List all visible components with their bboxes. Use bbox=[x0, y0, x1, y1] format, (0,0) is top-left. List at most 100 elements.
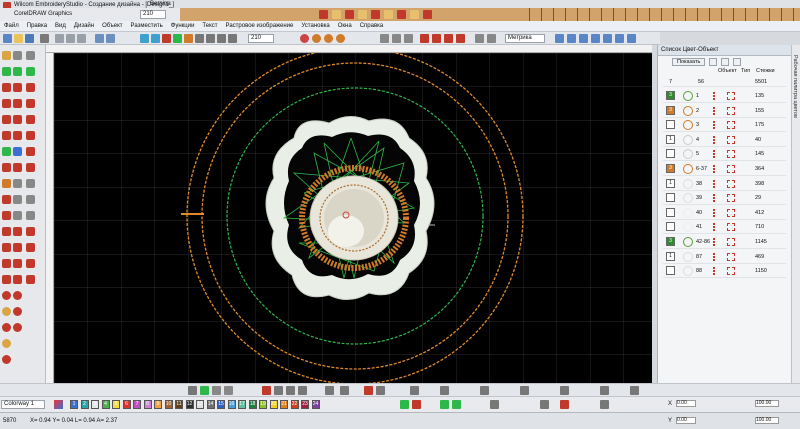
stitch-type-strip[interactable] bbox=[518, 8, 798, 21]
monogram-icon[interactable] bbox=[13, 131, 22, 140]
object-row[interactable]: 1 38 398 bbox=[663, 177, 786, 191]
bottom-tool-f-icon[interactable] bbox=[340, 386, 349, 395]
color-swatch[interactable]: 3 bbox=[91, 400, 99, 409]
color-swatch[interactable]: 7 bbox=[133, 400, 141, 409]
color-swatch[interactable]: 11 bbox=[175, 400, 183, 409]
column-icon[interactable] bbox=[383, 10, 393, 19]
menu-design[interactable]: Дизайн bbox=[70, 23, 98, 29]
menu-setup[interactable]: Установка bbox=[297, 23, 333, 29]
show-design-icon[interactable] bbox=[184, 34, 193, 43]
color-badge[interactable]: 1 bbox=[666, 251, 675, 261]
object-row[interactable]: 3 175 bbox=[663, 118, 786, 133]
color-swatch[interactable]: 12 bbox=[185, 400, 194, 409]
color-swatch[interactable]: 23 bbox=[301, 400, 309, 409]
tool-n-icon[interactable] bbox=[603, 34, 612, 43]
offset-icon[interactable] bbox=[13, 115, 22, 124]
color-swatch[interactable]: 8 bbox=[143, 400, 152, 409]
bottom-tool-k-icon[interactable] bbox=[480, 386, 489, 395]
arc-icon[interactable] bbox=[13, 211, 22, 220]
bottom-tool-a-icon[interactable] bbox=[262, 386, 271, 395]
color-swatch[interactable]: 14 bbox=[206, 400, 215, 409]
x-field[interactable]: 0.00 bbox=[676, 400, 696, 407]
zoom-out-icon[interactable] bbox=[151, 34, 160, 43]
outline-shape-icon[interactable] bbox=[200, 386, 209, 395]
group-icon[interactable] bbox=[721, 57, 730, 66]
tool-a-icon[interactable] bbox=[380, 34, 389, 43]
color-badge[interactable]: 1 bbox=[666, 178, 675, 188]
dot-f-icon[interactable] bbox=[13, 323, 22, 332]
object-row[interactable]: 1 4 40 bbox=[663, 133, 786, 147]
palette-tool-a-icon[interactable] bbox=[400, 400, 409, 409]
color-tool-icon[interactable] bbox=[2, 147, 11, 156]
bottom-tool-g-icon[interactable] bbox=[364, 386, 373, 395]
color-swatch[interactable]: 5 bbox=[112, 400, 120, 409]
satin-tool-icon[interactable] bbox=[2, 83, 11, 92]
heart-icon[interactable] bbox=[2, 211, 11, 220]
show-outline-icon[interactable] bbox=[173, 34, 182, 43]
units-select[interactable]: Метрика bbox=[505, 34, 545, 43]
undo-icon[interactable] bbox=[95, 34, 104, 43]
stitch-icon[interactable] bbox=[319, 10, 328, 19]
tool-o-icon[interactable] bbox=[615, 34, 624, 43]
select-icon[interactable] bbox=[2, 51, 11, 60]
circle-icon[interactable] bbox=[2, 195, 11, 204]
column-a-icon[interactable] bbox=[13, 83, 22, 92]
outline-icon[interactable] bbox=[2, 115, 11, 124]
tool-d-icon[interactable] bbox=[420, 34, 429, 43]
object-row[interactable]: 88 1150 bbox=[663, 264, 786, 279]
design-canvas[interactable] bbox=[54, 53, 652, 383]
menu-functions[interactable]: Функции bbox=[167, 23, 199, 29]
orange-shape-icon[interactable] bbox=[312, 34, 321, 43]
effect-icon[interactable] bbox=[422, 10, 432, 19]
tool-l-icon[interactable] bbox=[579, 34, 588, 43]
tool-m-icon[interactable] bbox=[591, 34, 600, 43]
dot-e-icon[interactable] bbox=[2, 323, 11, 332]
tool-k-icon[interactable] bbox=[567, 34, 576, 43]
dot-d-icon[interactable] bbox=[13, 307, 22, 316]
star-icon[interactable] bbox=[2, 179, 11, 188]
dot-b-icon[interactable] bbox=[13, 291, 22, 300]
menu-edit[interactable]: Правка bbox=[23, 23, 51, 29]
color-badge[interactable]: 3 bbox=[666, 91, 675, 100]
bottom-tool-o-icon[interactable] bbox=[630, 386, 639, 395]
artistic-view-icon[interactable] bbox=[228, 34, 237, 43]
bottom-tool-c-icon[interactable] bbox=[286, 386, 295, 395]
fx-icon[interactable] bbox=[396, 10, 406, 19]
object-row[interactable]: 3 1 135 bbox=[663, 89, 786, 103]
color-swatch[interactable]: 24 bbox=[311, 400, 320, 409]
tool-h-icon[interactable] bbox=[475, 34, 484, 43]
y-field[interactable]: 0.00 bbox=[676, 417, 696, 424]
tool-j-icon[interactable] bbox=[555, 34, 564, 43]
break-apart-icon[interactable] bbox=[2, 227, 11, 236]
dot-c-icon[interactable] bbox=[2, 307, 11, 316]
palette-tool-h-icon[interactable] bbox=[600, 400, 609, 409]
save-icon[interactable] bbox=[25, 34, 34, 43]
palette-tool-c-icon[interactable] bbox=[440, 400, 449, 409]
palette-tool-d-icon[interactable] bbox=[452, 400, 461, 409]
color-swatch[interactable]: 2 bbox=[80, 400, 89, 409]
color-shape-icon[interactable] bbox=[300, 34, 309, 43]
filter-icon[interactable] bbox=[709, 57, 718, 66]
total-row[interactable]: 7 56 5501 bbox=[663, 77, 786, 87]
color-swatch[interactable]: 19 bbox=[259, 400, 267, 409]
object-row[interactable]: 3 6-37 364 bbox=[663, 162, 786, 176]
start-icon[interactable] bbox=[13, 275, 22, 284]
menu-windows[interactable]: Окна bbox=[334, 23, 356, 29]
stamp-icon[interactable] bbox=[13, 163, 22, 172]
color-badge[interactable]: 1 bbox=[666, 134, 675, 144]
dot-a-icon[interactable] bbox=[2, 291, 11, 300]
rect-shape-icon[interactable] bbox=[212, 386, 221, 395]
align-icon[interactable] bbox=[188, 386, 197, 395]
dot-g-icon[interactable] bbox=[2, 339, 11, 348]
polyline-icon[interactable] bbox=[26, 51, 35, 60]
stitch-edit-icon[interactable] bbox=[2, 259, 11, 268]
color-swatch[interactable]: 1 bbox=[70, 400, 78, 409]
blue-tool-icon[interactable] bbox=[13, 147, 22, 156]
color-swatch[interactable]: 21 bbox=[280, 400, 288, 409]
menu-bitmap[interactable]: Растровое изображение bbox=[222, 23, 298, 29]
color-swatch[interactable]: 9 bbox=[154, 400, 162, 409]
show-stitches-icon[interactable] bbox=[162, 34, 171, 43]
zoom-in-icon[interactable] bbox=[140, 34, 149, 43]
fill-icon[interactable] bbox=[357, 10, 367, 19]
tool-f-icon[interactable] bbox=[444, 34, 453, 43]
